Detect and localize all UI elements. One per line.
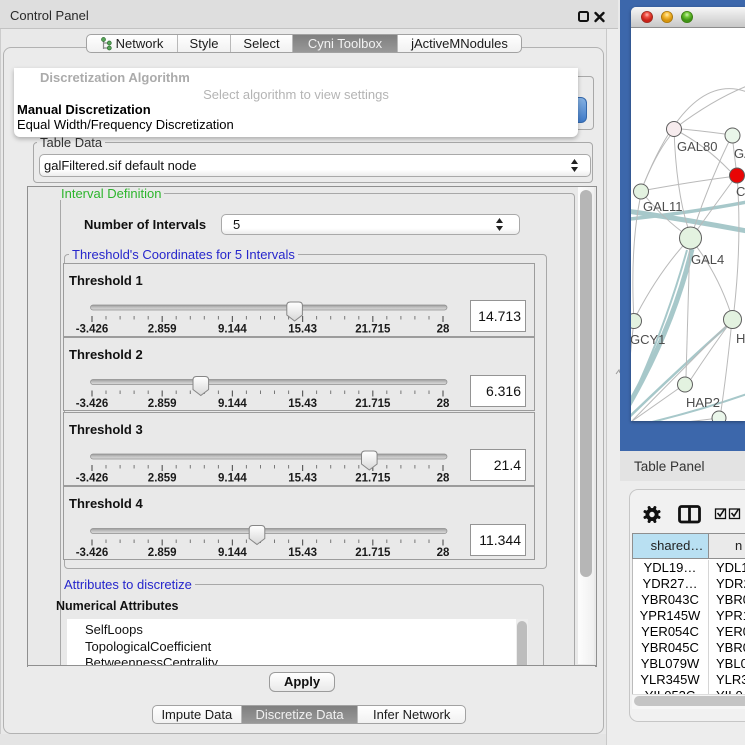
- svg-text:GAL4: GAL4: [691, 252, 724, 267]
- svg-text:-3.426: -3.426: [76, 398, 109, 410]
- svg-text:9.144: 9.144: [218, 473, 247, 485]
- svg-text:GAL80: GAL80: [677, 139, 717, 154]
- svg-text:GAL11: GAL11: [643, 199, 683, 214]
- svg-text:C: C: [736, 184, 745, 199]
- svg-text:9.144: 9.144: [218, 547, 247, 559]
- svg-text:GAL: GAL: [734, 146, 745, 161]
- svg-text:28: 28: [437, 398, 450, 410]
- svg-text:2.859: 2.859: [148, 473, 177, 485]
- svg-text:15.43: 15.43: [288, 398, 317, 410]
- svg-text:-3.426: -3.426: [76, 547, 109, 559]
- svg-text:28: 28: [437, 547, 450, 559]
- svg-text:9.144: 9.144: [218, 398, 247, 410]
- svg-text:2.859: 2.859: [148, 398, 177, 410]
- svg-text:-3.426: -3.426: [76, 324, 109, 336]
- svg-text:15.43: 15.43: [288, 547, 317, 559]
- svg-text:HAP2: HAP2: [686, 395, 720, 410]
- svg-text:2.859: 2.859: [148, 324, 177, 336]
- svg-text:-3.426: -3.426: [76, 473, 109, 485]
- svg-text:2.859: 2.859: [148, 547, 177, 559]
- svg-text:9.144: 9.144: [218, 324, 247, 336]
- svg-text:15.43: 15.43: [288, 324, 317, 336]
- svg-text:HA: HA: [736, 331, 745, 346]
- svg-text:28: 28: [437, 473, 450, 485]
- svg-text:GCY1: GCY1: [631, 332, 665, 347]
- svg-text:21.715: 21.715: [355, 473, 391, 485]
- svg-text:28: 28: [437, 324, 450, 336]
- svg-text:15.43: 15.43: [288, 473, 317, 485]
- svg-text:21.715: 21.715: [355, 398, 391, 410]
- svg-text:21.715: 21.715: [355, 324, 391, 336]
- svg-text:21.715: 21.715: [355, 547, 391, 559]
